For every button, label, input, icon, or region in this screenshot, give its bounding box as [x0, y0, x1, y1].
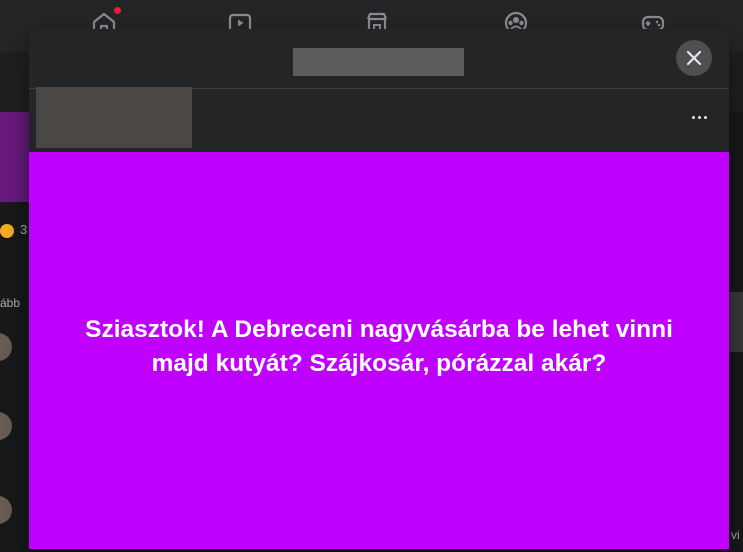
post-header [29, 87, 729, 152]
post-author-redacted[interactable] [36, 87, 192, 148]
post-viewer-dialog: Sziasztok! A Debreceni nagyvásárba be le… [29, 29, 729, 549]
close-button[interactable] [676, 40, 712, 76]
background-post-preview [0, 112, 30, 202]
close-icon [686, 50, 702, 66]
dialog-title-redacted [293, 48, 464, 76]
more-options-icon-dot [697, 115, 701, 119]
more-options-icon-dot [703, 115, 707, 119]
more-options-button[interactable] [684, 105, 714, 129]
background-sidebar-card [729, 292, 743, 352]
post-content-background: Sziasztok! A Debreceni nagyvásárba be le… [29, 152, 729, 549]
avatar [0, 333, 12, 361]
avatar [0, 496, 12, 524]
avatar [0, 412, 12, 440]
more-options-icon [691, 115, 695, 119]
reaction-emoji-icon [0, 224, 14, 238]
post-text: Sziasztok! A Debreceni nagyvásárba be le… [85, 315, 673, 377]
facebook-page: 3 ább vi Sziasztok! A Debreceni nagyvásá… [0, 0, 743, 552]
notification-dot [114, 7, 121, 14]
dialog-header [29, 29, 729, 89]
background-reaction-count: 3 [20, 222, 28, 237]
background-sidebar-text: vi [731, 528, 740, 542]
background-see-more-text: ább [0, 296, 21, 310]
